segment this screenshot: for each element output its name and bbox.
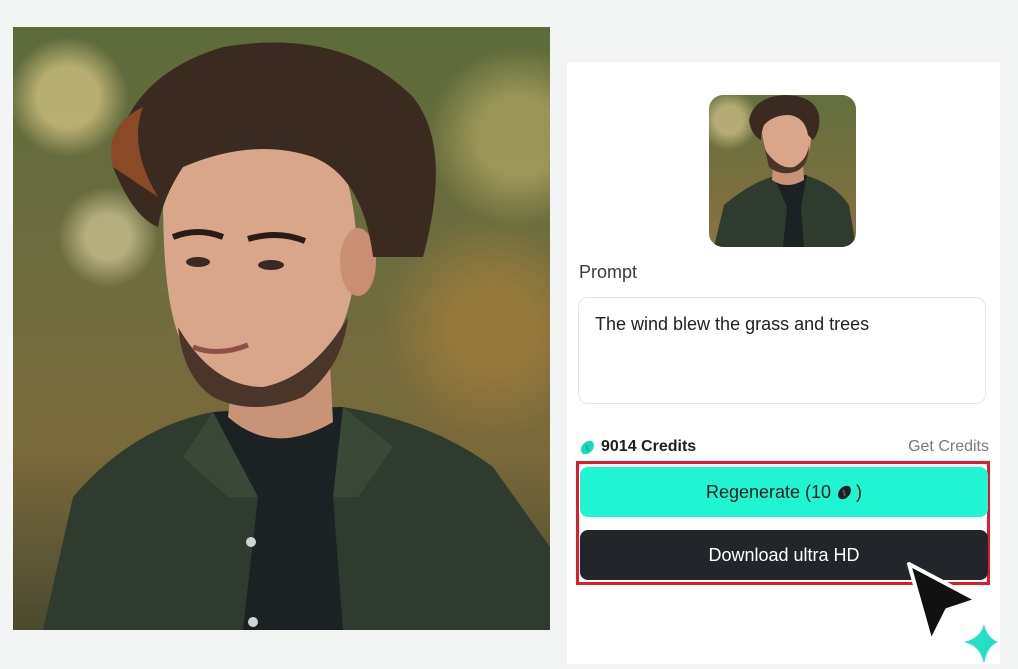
regenerate-label: Regenerate (10 bbox=[705, 481, 832, 502]
credit-bean-icon bbox=[835, 483, 854, 501]
credit-bean-icon bbox=[578, 438, 597, 456]
preview-image bbox=[13, 27, 550, 630]
prompt-label: Prompt bbox=[579, 262, 638, 282]
prompt-text: The wind blew the grass and trees bbox=[595, 314, 870, 334]
sparkle-icon bbox=[958, 624, 1010, 669]
regenerate-button[interactable]: Regenerate (10 ) bbox=[580, 467, 988, 517]
download-label: Download ultra HD bbox=[708, 544, 860, 565]
credits-row: 9014 Credits Get Credits bbox=[578, 435, 989, 459]
source-thumbnail[interactable] bbox=[709, 95, 856, 247]
regenerate-suffix: ) bbox=[856, 481, 863, 502]
get-credits-link[interactable]: Get Credits bbox=[908, 438, 989, 456]
prompt-input[interactable]: The wind blew the grass and trees bbox=[578, 297, 986, 404]
credits-balance: 9014 Credits bbox=[578, 438, 697, 456]
credits-count: 9014 Credits bbox=[601, 438, 697, 455]
